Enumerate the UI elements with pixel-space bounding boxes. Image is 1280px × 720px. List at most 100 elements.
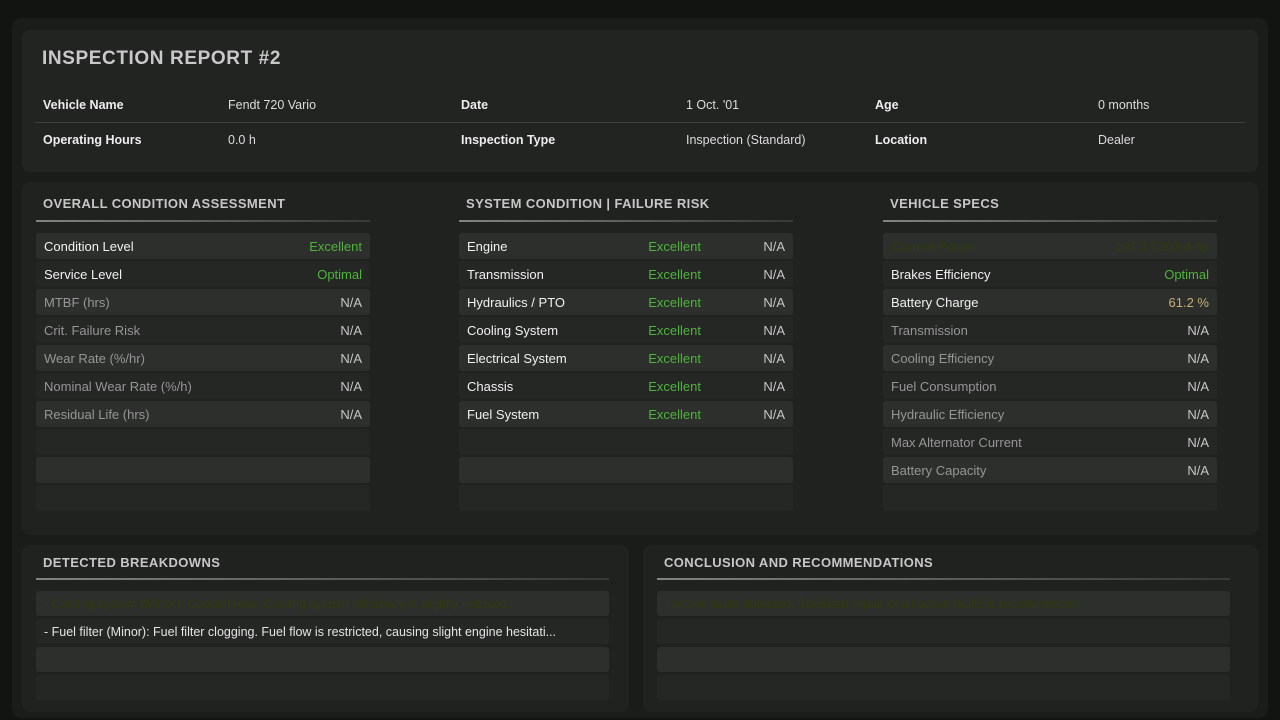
data-row: Nominal Wear Rate (%/h)N/A: [36, 373, 370, 399]
row-label: Engine: [467, 239, 589, 254]
row-label: Hydraulic Efficiency: [891, 407, 1187, 422]
row-label: Nominal Wear Rate (%/h): [44, 379, 340, 394]
data-row: Service LevelOptimal: [36, 261, 370, 287]
row-value: N/A: [1187, 323, 1209, 338]
overall-condition-panel: OVERALL CONDITION ASSESSMENT Condition L…: [36, 182, 370, 535]
section-title: DETECTED BREAKDOWNS: [43, 555, 220, 570]
data-row: TransmissionN/A: [883, 317, 1217, 343]
age-value: 0 months: [1098, 98, 1242, 112]
data-row: MTBF (hrs)N/A: [36, 289, 370, 315]
vehicle-specs-list: Current Power197.3 | 203.4 hpBrakes Effi…: [883, 233, 1217, 513]
row-risk: N/A: [701, 323, 785, 338]
row-status: Excellent: [589, 267, 701, 282]
system-condition-list: EngineExcellentN/ATransmissionExcellentN…: [459, 233, 793, 513]
data-row: EngineExcellentN/A: [459, 233, 793, 259]
empty-row: [657, 647, 1230, 672]
data-row: Battery CapacityN/A: [883, 457, 1217, 483]
data-row: TransmissionExcellentN/A: [459, 261, 793, 287]
row-label: Battery Charge: [891, 295, 1169, 310]
data-row: Current Power197.3 | 203.4 hp: [883, 233, 1217, 259]
inspection-type-label: Inspection Type: [461, 133, 686, 147]
condition-panels-section: OVERALL CONDITION ASSESSMENT Condition L…: [22, 182, 1258, 535]
row-value: 61.2 %: [1169, 295, 1209, 310]
row-label: Transmission: [467, 267, 589, 282]
empty-row: [36, 457, 370, 483]
row-value: N/A: [340, 323, 362, 338]
report-line: - Active faults detected. Standard repai…: [657, 591, 1230, 616]
vehicle-specs-panel: VEHICLE SPECS Current Power197.3 | 203.4…: [883, 182, 1217, 535]
row-value: N/A: [1187, 435, 1209, 450]
data-row: ChassisExcellentN/A: [459, 373, 793, 399]
data-row: Crit. Failure RiskN/A: [36, 317, 370, 343]
empty-row: [657, 619, 1230, 644]
operating-hours-label: Operating Hours: [43, 133, 228, 147]
report-line: - Cooling system (Minor): Coolant leak. …: [36, 591, 609, 616]
empty-row: [657, 675, 1230, 700]
row-label: Transmission: [891, 323, 1187, 338]
row-value: N/A: [340, 379, 362, 394]
row-label: Service Level: [44, 267, 317, 282]
row-value: N/A: [340, 351, 362, 366]
report-card: INSPECTION REPORT #2 Vehicle Name Fendt …: [12, 18, 1268, 718]
empty-row: [36, 647, 609, 672]
empty-row: [36, 485, 370, 511]
row-label: Residual Life (hrs): [44, 407, 340, 422]
row-risk: N/A: [701, 267, 785, 282]
row-value: N/A: [340, 295, 362, 310]
row-label: Wear Rate (%/hr): [44, 351, 340, 366]
row-label: Cooling Efficiency: [891, 351, 1187, 366]
header-info-row: Vehicle Name Fendt 720 Vario Date 1 Oct.…: [43, 88, 1242, 122]
data-row: Hydraulics / PTOExcellentN/A: [459, 289, 793, 315]
row-label: Crit. Failure Risk: [44, 323, 340, 338]
row-status: Excellent: [589, 239, 701, 254]
row-text: - Active faults detected. Standard repai…: [665, 597, 1083, 611]
date-label: Date: [461, 98, 686, 112]
conclusion-panel: CONCLUSION AND RECOMMENDATIONS - Active …: [643, 545, 1258, 712]
location-value: Dealer: [1098, 133, 1242, 147]
row-status: Excellent: [589, 351, 701, 366]
empty-row: [883, 485, 1217, 511]
operating-hours-value: 0.0 h: [228, 133, 461, 147]
row-label: Chassis: [467, 379, 589, 394]
data-row: Battery Charge61.2 %: [883, 289, 1217, 315]
empty-row: [459, 457, 793, 483]
date-value: 1 Oct. '01: [686, 98, 875, 112]
data-row: Hydraulic EfficiencyN/A: [883, 401, 1217, 427]
data-row: Brakes EfficiencyOptimal: [883, 261, 1217, 287]
data-row: Cooling EfficiencyN/A: [883, 345, 1217, 371]
row-value: N/A: [1187, 379, 1209, 394]
data-row: Max Alternator CurrentN/A: [883, 429, 1217, 455]
row-value: Optimal: [1164, 267, 1209, 282]
row-label: Condition Level: [44, 239, 309, 254]
empty-row: [36, 675, 609, 700]
data-row: Cooling SystemExcellentN/A: [459, 317, 793, 343]
section-title: VEHICLE SPECS: [890, 196, 999, 211]
row-label: Fuel System: [467, 407, 589, 422]
row-risk: N/A: [701, 239, 785, 254]
section-underline: [883, 220, 1217, 222]
empty-row: [36, 429, 370, 455]
section-title: SYSTEM CONDITION | FAILURE RISK: [466, 196, 710, 211]
conclusion-list: - Active faults detected. Standard repai…: [657, 591, 1230, 703]
data-row: Residual Life (hrs)N/A: [36, 401, 370, 427]
row-value: Excellent: [309, 239, 362, 254]
data-row: Fuel ConsumptionN/A: [883, 373, 1217, 399]
section-underline: [459, 220, 793, 222]
empty-row: [459, 429, 793, 455]
row-label: Cooling System: [467, 323, 589, 338]
row-status: Excellent: [589, 295, 701, 310]
section-underline: [36, 220, 370, 222]
row-risk: N/A: [701, 351, 785, 366]
overall-condition-list: Condition LevelExcellent Service LevelOpt…: [36, 233, 370, 513]
inspection-report-screen: INSPECTION REPORT #2 Vehicle Name Fendt …: [0, 0, 1280, 720]
empty-row: [459, 485, 793, 511]
header-info-row: Operating Hours 0.0 h Inspection Type In…: [43, 123, 1242, 157]
breakdowns-list: - Cooling system (Minor): Coolant leak. …: [36, 591, 609, 703]
system-condition-panel: SYSTEM CONDITION | FAILURE RISK EngineEx…: [459, 182, 793, 535]
row-value: 197.3 | 203.4 hp: [1115, 239, 1209, 254]
section-underline: [657, 578, 1230, 580]
row-label: Hydraulics / PTO: [467, 295, 589, 310]
page-title: INSPECTION REPORT #2: [42, 48, 281, 70]
detected-breakdowns-panel: DETECTED BREAKDOWNS - Cooling system (Mi…: [22, 545, 629, 712]
age-label: Age: [875, 98, 1098, 112]
